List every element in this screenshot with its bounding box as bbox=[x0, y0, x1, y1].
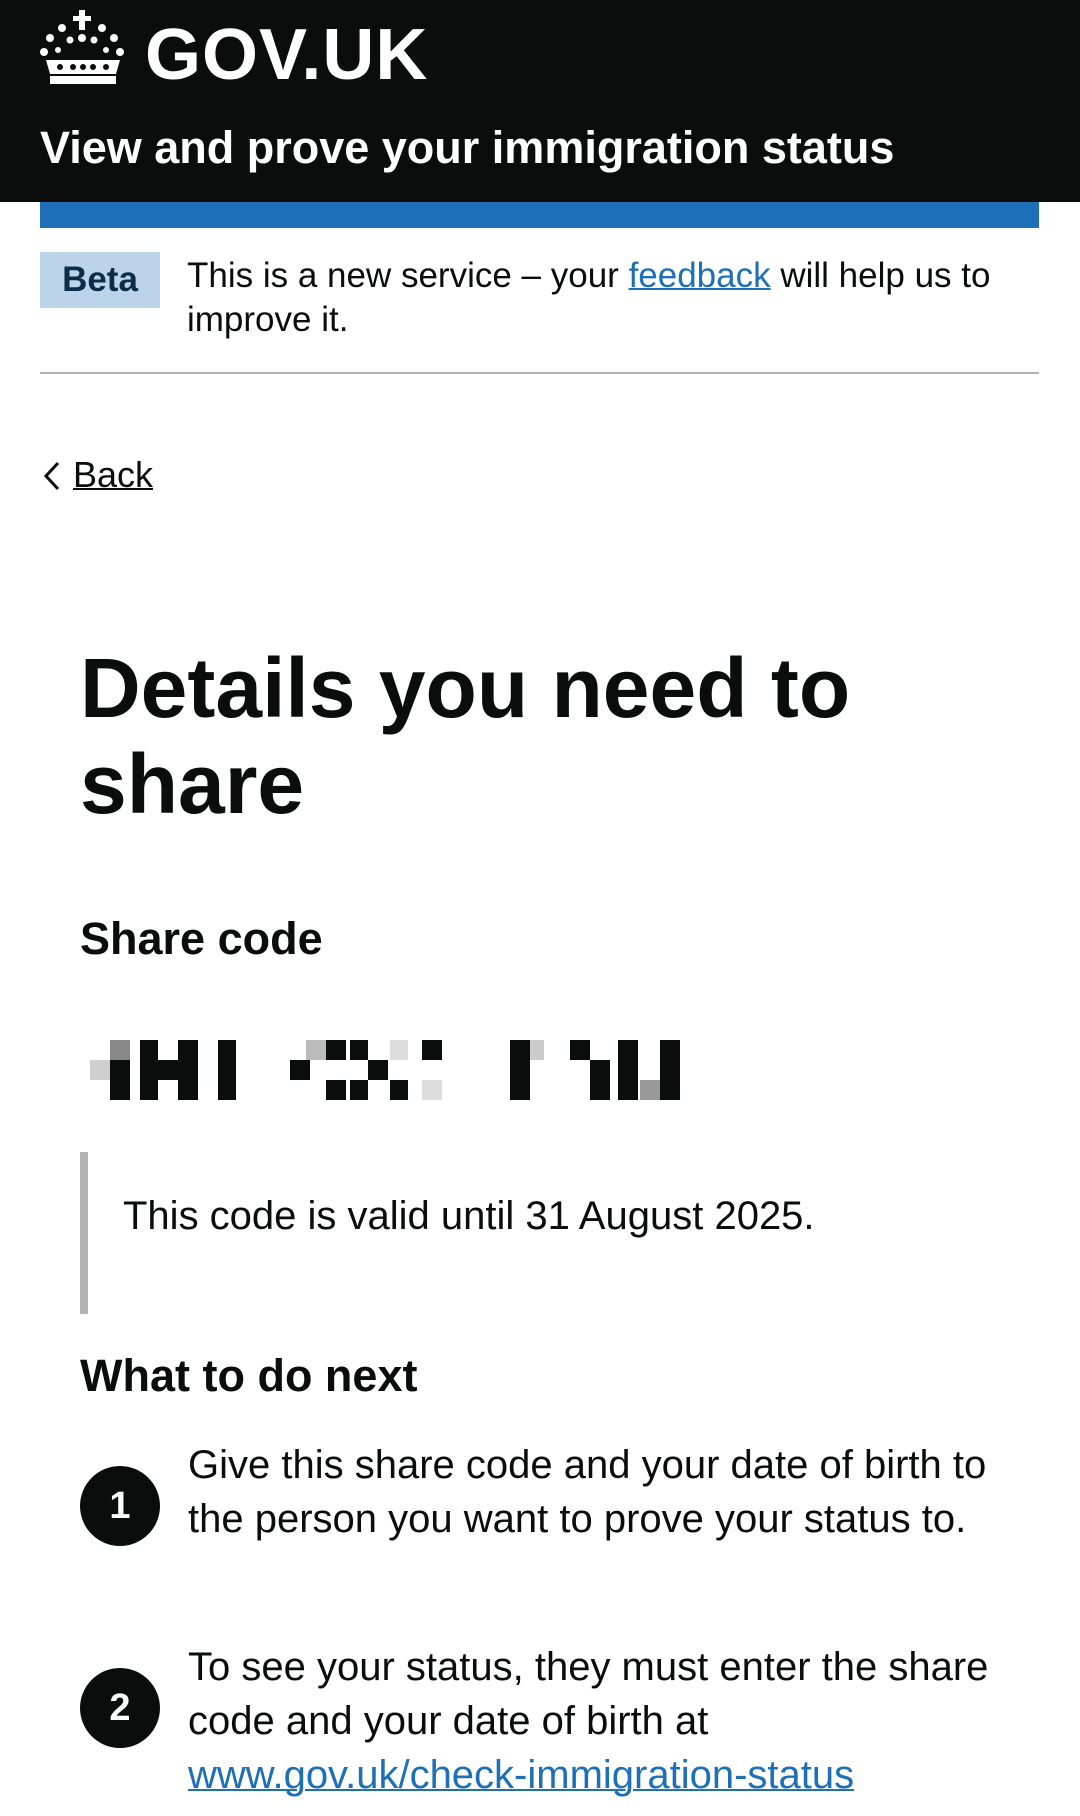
crown-icon bbox=[40, 10, 124, 84]
service-name-link[interactable]: View and prove your immigration status bbox=[40, 118, 894, 178]
check-immigration-status-link[interactable]: www.gov.uk/check-immigration-status bbox=[188, 1753, 854, 1797]
phase-banner: Beta This is a new service – your feedba… bbox=[40, 250, 1039, 374]
what-to-do-next-heading: What to do next bbox=[80, 1350, 418, 1401]
gov-header: GOV.UK View and prove your immigration s… bbox=[0, 0, 1080, 202]
step-text-before: To see your status, they must enter the … bbox=[188, 1645, 989, 1743]
share-code-obscured bbox=[90, 1040, 680, 1100]
govuk-logo-text: GOV.UK bbox=[145, 15, 429, 95]
chevron-left-icon bbox=[43, 461, 60, 491]
beta-tag: Beta bbox=[40, 252, 160, 308]
code-validity-text: This code is valid until 31 August 2025. bbox=[123, 1194, 815, 1238]
step-number-badge: 1 bbox=[80, 1466, 160, 1546]
phase-text-before: This is a new service – your bbox=[187, 256, 629, 295]
step-text: Give this share code and your date of bi… bbox=[188, 1443, 987, 1541]
page: GOV.UK View and prove your immigration s… bbox=[0, 0, 1080, 1816]
step-number-badge: 2 bbox=[80, 1668, 160, 1748]
header-blue-bar bbox=[40, 202, 1039, 228]
share-code-heading: Share code bbox=[80, 913, 323, 964]
page-title: Details you need to share bbox=[80, 641, 851, 831]
feedback-link[interactable]: feedback bbox=[629, 256, 771, 295]
back-link-label: Back bbox=[73, 454, 154, 495]
phase-banner-text: This is a new service – your feedback wi… bbox=[187, 254, 1037, 342]
inset-text-block: This code is valid until 31 August 2025. bbox=[80, 1152, 958, 1314]
step-text: To see your status, they must enter the … bbox=[188, 1640, 1038, 1802]
